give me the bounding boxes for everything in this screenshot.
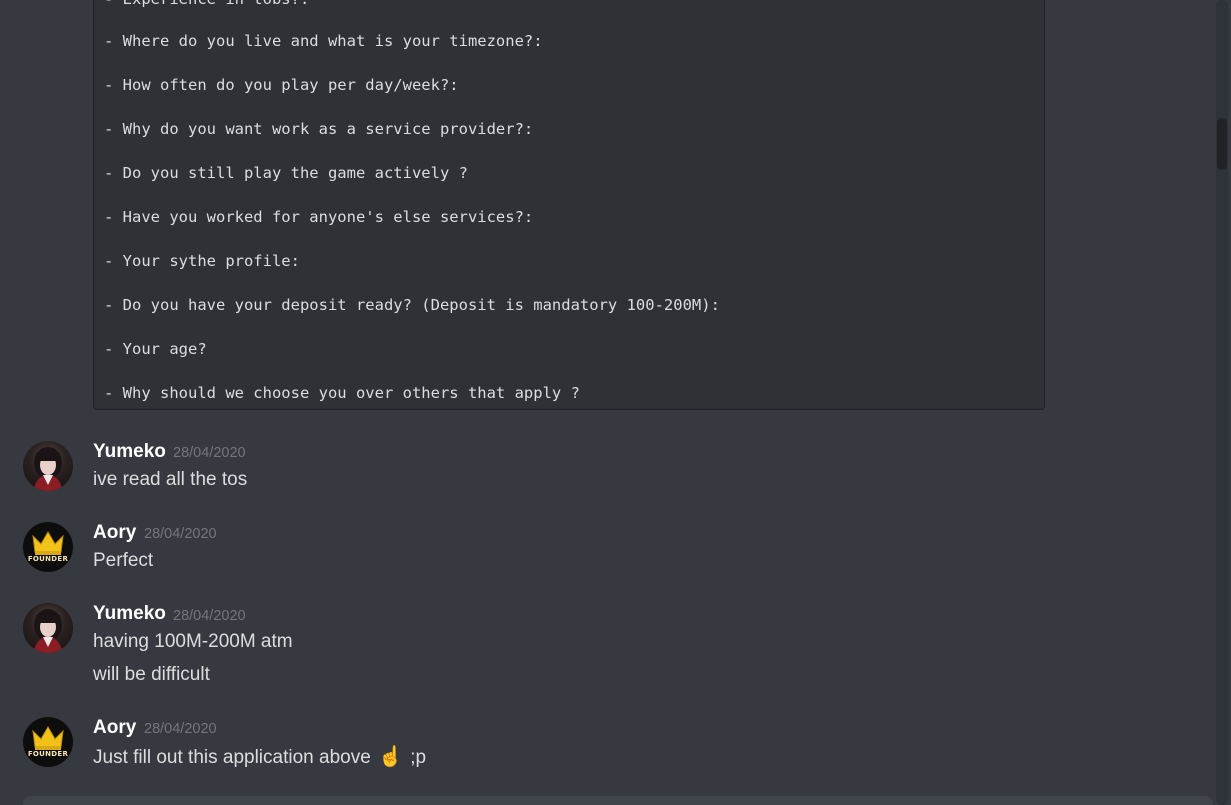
message-author[interactable]: Aory [93,717,136,739]
yumeko-avatar-art [33,447,63,491]
code-line: - Do you still play the game actively ? [104,164,468,182]
message-text: will be difficult [93,664,210,685]
code-line: - Why do you want work as a service prov… [104,120,534,138]
pointing-up-emoji-icon[interactable]: ☝ [378,745,403,769]
message-text: Perfect [93,550,154,571]
yumeko-avatar[interactable] [23,603,73,653]
message-author[interactable]: Yumeko [93,603,166,625]
message-input[interactable] [23,796,1213,805]
message-author[interactable]: Aory [93,522,136,544]
yumeko-avatar-art [33,609,63,653]
code-line: - Experience in tobs?: [104,0,309,9]
message-text-part: ;p [410,747,427,768]
code-line: - Your sythe profile: [104,252,300,270]
code-line: - Have you worked for anyone's else serv… [104,208,534,226]
message-text: having 100M-200M atm [93,631,293,652]
founder-crown-avatar[interactable]: FOUNDER [23,717,73,767]
application-codeblock: - Experience in tobs?: - Where do you li… [93,0,1045,410]
code-line: - Why should we choose you over others t… [104,384,580,402]
code-line: - How often do you play per day/week?: [104,76,459,94]
founder-badge-text: FOUNDER [27,750,69,758]
code-line: - Where do you live and what is your tim… [104,32,543,50]
founder-badge-text: FOUNDER [27,555,69,563]
crown-icon [32,726,64,750]
message-text: ive read all the tos [93,469,248,490]
yumeko-avatar[interactable] [23,441,73,491]
crown-icon [32,531,64,555]
message-text: Just fill out this application above ☝ ;… [93,745,426,770]
message-timestamp[interactable]: 28/04/2020 [173,442,246,464]
code-line: - Your age? [104,340,207,358]
message-timestamp[interactable]: 28/04/2020 [144,523,217,545]
message-text-part: Just fill out this application above [93,747,371,768]
message-timestamp[interactable]: 28/04/2020 [144,718,217,740]
chat-viewport: - Experience in tobs?: - Where do you li… [0,0,1231,805]
message-author[interactable]: Yumeko [93,441,166,463]
scrollbar-thumb[interactable] [1217,118,1227,170]
message-timestamp[interactable]: 28/04/2020 [173,605,246,627]
founder-crown-avatar[interactable]: FOUNDER [23,522,73,572]
code-line: - Do you have your deposit ready? (Depos… [104,296,720,314]
